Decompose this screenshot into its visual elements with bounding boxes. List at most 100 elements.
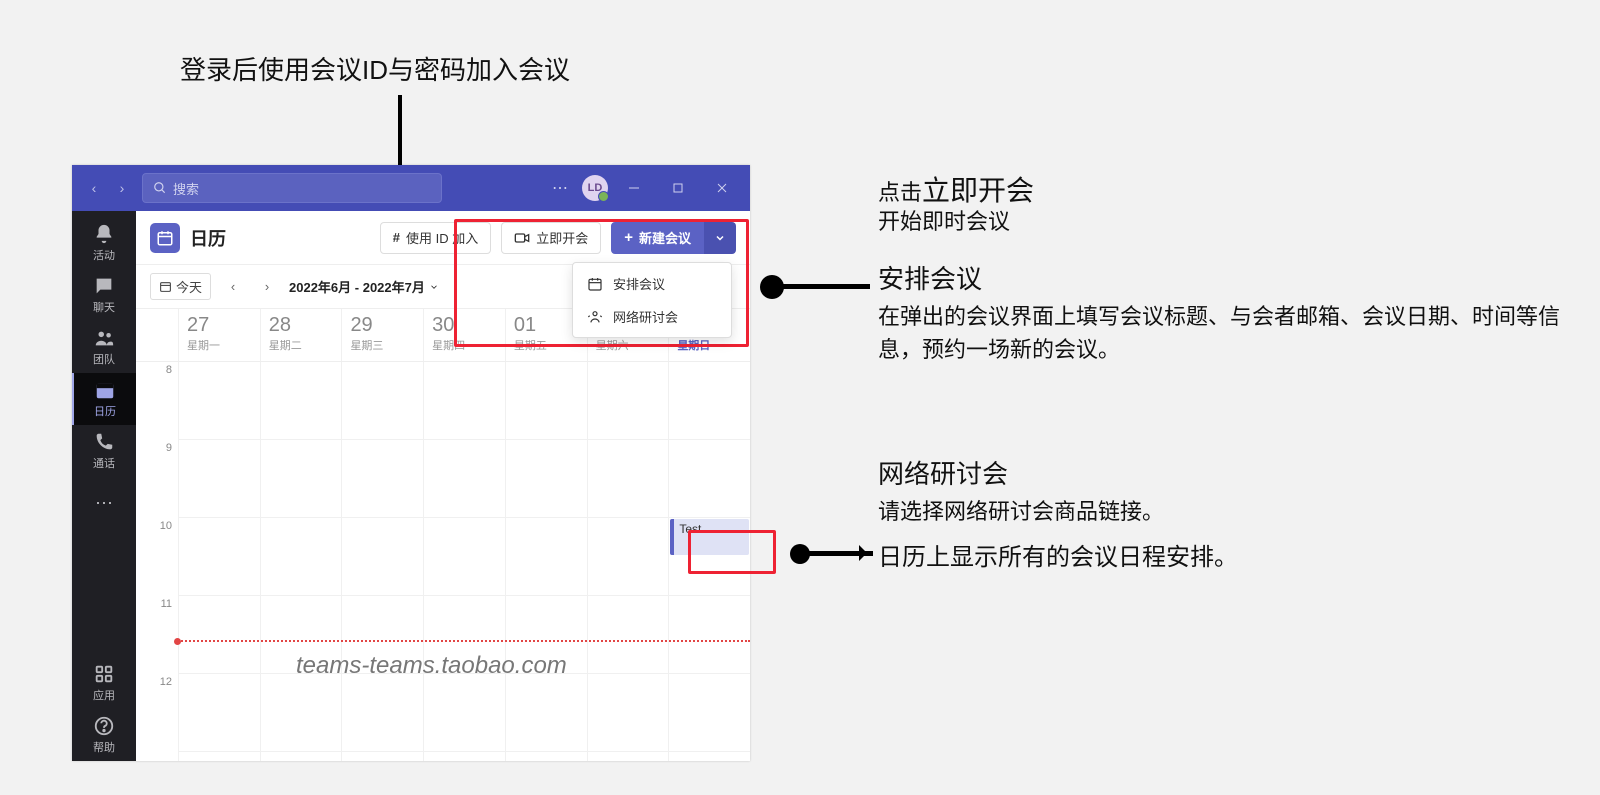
prev-week-button[interactable]: ‹ bbox=[221, 275, 245, 299]
day-column[interactable] bbox=[587, 362, 669, 761]
day-name: 星期五 bbox=[514, 337, 579, 353]
sidebar-item-activity[interactable]: 活动 bbox=[72, 217, 136, 269]
chevron-down-icon bbox=[714, 232, 726, 244]
sidebar-label: 聊天 bbox=[93, 299, 115, 315]
hour-label: 10 bbox=[136, 518, 178, 596]
more-options-button[interactable]: ⋯ bbox=[546, 178, 574, 198]
calendar-grid[interactable]: 8 9 10 11 12 Test bbox=[136, 362, 750, 761]
annotation-schedule-body: 在弹出的会议界面上填写会议标题、与会者邮箱、会议日期、时间等信息，预约一场新的会… bbox=[878, 300, 1578, 366]
new-meeting-dropdown-button[interactable] bbox=[704, 222, 736, 254]
phone-icon bbox=[93, 431, 115, 453]
sidebar-item-calendar[interactable]: 日历 bbox=[72, 373, 136, 425]
meet-now-button[interactable]: 立即开会 bbox=[501, 222, 601, 254]
day-column-today[interactable]: Test bbox=[668, 362, 750, 761]
annotation-webinar-body: 请选择网络研讨会商品链接。 bbox=[878, 495, 1164, 528]
day-header[interactable]: 27星期一 bbox=[178, 309, 260, 361]
sidebar-label: 应用 bbox=[93, 687, 115, 703]
webinar-icon bbox=[587, 309, 603, 325]
search-input[interactable]: 搜索 bbox=[142, 173, 442, 203]
today-button[interactable]: 今天 bbox=[150, 273, 211, 300]
avatar[interactable]: LD bbox=[582, 175, 608, 201]
day-column[interactable] bbox=[178, 362, 260, 761]
close-button[interactable] bbox=[704, 173, 740, 203]
minimize-button[interactable] bbox=[616, 173, 652, 203]
day-column[interactable] bbox=[423, 362, 505, 761]
day-header[interactable]: 29 星期三 bbox=[341, 309, 423, 361]
annotation-top: 登录后使用会议ID与密码加入会议 bbox=[180, 50, 570, 87]
button-label: 使用 ID 加入 bbox=[406, 228, 478, 247]
day-header[interactable]: 28 星期二 bbox=[260, 309, 342, 361]
sidebar-item-apps[interactable]: 应用 bbox=[72, 657, 136, 709]
dropdown-item-webinar[interactable]: 网络研讨会 bbox=[573, 300, 731, 333]
search-icon bbox=[153, 181, 167, 195]
day-column[interactable] bbox=[341, 362, 423, 761]
sidebar-item-teams[interactable]: 团队 bbox=[72, 321, 136, 373]
nav-back-button[interactable]: ‹ bbox=[82, 176, 106, 200]
bell-icon bbox=[93, 223, 115, 245]
help-icon bbox=[93, 715, 115, 737]
people-icon bbox=[93, 327, 115, 349]
current-time-indicator bbox=[178, 640, 750, 642]
chevron-down-icon bbox=[429, 282, 439, 292]
hour-label: 9 bbox=[136, 440, 178, 518]
date-range-text: 2022年6月 - 2022年7月 bbox=[289, 277, 425, 296]
annotation-webinar-title: 网络研讨会 bbox=[878, 455, 1008, 494]
video-icon bbox=[514, 230, 530, 246]
day-name: 星期二 bbox=[269, 337, 334, 353]
annotation-arrow bbox=[780, 284, 870, 289]
hash-icon: # bbox=[393, 230, 400, 245]
dropdown-label: 安排会议 bbox=[613, 274, 665, 293]
hour-label: 12 bbox=[136, 674, 178, 752]
day-name: 星期三 bbox=[350, 337, 415, 353]
button-label: 立即开会 bbox=[536, 228, 588, 247]
annotation-arrow bbox=[805, 551, 873, 556]
calendar-schedule-icon bbox=[587, 276, 603, 292]
day-number: 28 bbox=[269, 315, 334, 335]
day-name: 星期日 bbox=[677, 337, 742, 353]
button-label: 今天 bbox=[176, 277, 202, 296]
day-column[interactable] bbox=[260, 362, 342, 761]
maximize-button[interactable] bbox=[660, 173, 696, 203]
day-number: 30 bbox=[432, 315, 497, 335]
date-range-label[interactable]: 2022年6月 - 2022年7月 bbox=[289, 277, 439, 296]
annotation-meet-now-body: 开始即时会议 bbox=[878, 205, 1010, 238]
app-sidebar: 活动 聊天 团队 日历 通话 ⋯ 应用 帮助 bbox=[72, 211, 136, 761]
calendar-app-icon bbox=[150, 223, 180, 253]
calendar-icon bbox=[94, 379, 116, 401]
search-placeholder: 搜索 bbox=[173, 179, 199, 198]
teams-window: ‹ › 搜索 ⋯ LD 日历 # 使用 ID 加入 bbox=[72, 165, 750, 761]
annotation-schedule-title: 安排会议 bbox=[878, 260, 982, 299]
page-title: 日历 bbox=[190, 225, 226, 251]
hour-label: 11 bbox=[136, 596, 178, 674]
sidebar-item-calls[interactable]: 通话 bbox=[72, 425, 136, 477]
annotation-text-big: 立即开会 bbox=[922, 175, 1034, 206]
sidebar-label: 帮助 bbox=[93, 739, 115, 755]
annotation-calendar-display: 日历上显示所有的会议日程安排。 bbox=[878, 540, 1238, 576]
sidebar-label: 活动 bbox=[93, 247, 115, 263]
calendar-today-icon bbox=[159, 280, 172, 293]
nav-forward-button[interactable]: › bbox=[110, 176, 134, 200]
join-with-id-button[interactable]: # 使用 ID 加入 bbox=[380, 222, 491, 254]
next-week-button[interactable]: › bbox=[255, 275, 279, 299]
sidebar-label: 通话 bbox=[93, 455, 115, 471]
nav-arrows: ‹ › bbox=[82, 176, 134, 200]
day-name: 星期四 bbox=[432, 337, 497, 353]
chat-icon bbox=[93, 275, 115, 297]
apps-icon bbox=[93, 663, 115, 685]
sidebar-item-chat[interactable]: 聊天 bbox=[72, 269, 136, 321]
sidebar-more-button[interactable]: ⋯ bbox=[95, 483, 113, 523]
dropdown-item-schedule[interactable]: 安排会议 bbox=[573, 267, 731, 300]
day-name: 星期六 bbox=[596, 337, 661, 353]
annotation-text: 点击 bbox=[878, 180, 922, 205]
day-number: 27 bbox=[187, 315, 252, 335]
day-number: 01 bbox=[514, 315, 579, 335]
day-column[interactable] bbox=[505, 362, 587, 761]
dropdown-label: 网络研讨会 bbox=[613, 307, 678, 326]
calendar-event[interactable]: Test bbox=[670, 519, 749, 555]
day-number: 29 bbox=[350, 315, 415, 335]
new-meeting-button[interactable]: + 新建会议 bbox=[611, 222, 704, 254]
sidebar-item-help[interactable]: 帮助 bbox=[72, 709, 136, 761]
time-gutter: 8 9 10 11 12 bbox=[136, 362, 178, 761]
day-header[interactable]: 30 星期四 bbox=[423, 309, 505, 361]
hour-label: 8 bbox=[136, 362, 178, 440]
